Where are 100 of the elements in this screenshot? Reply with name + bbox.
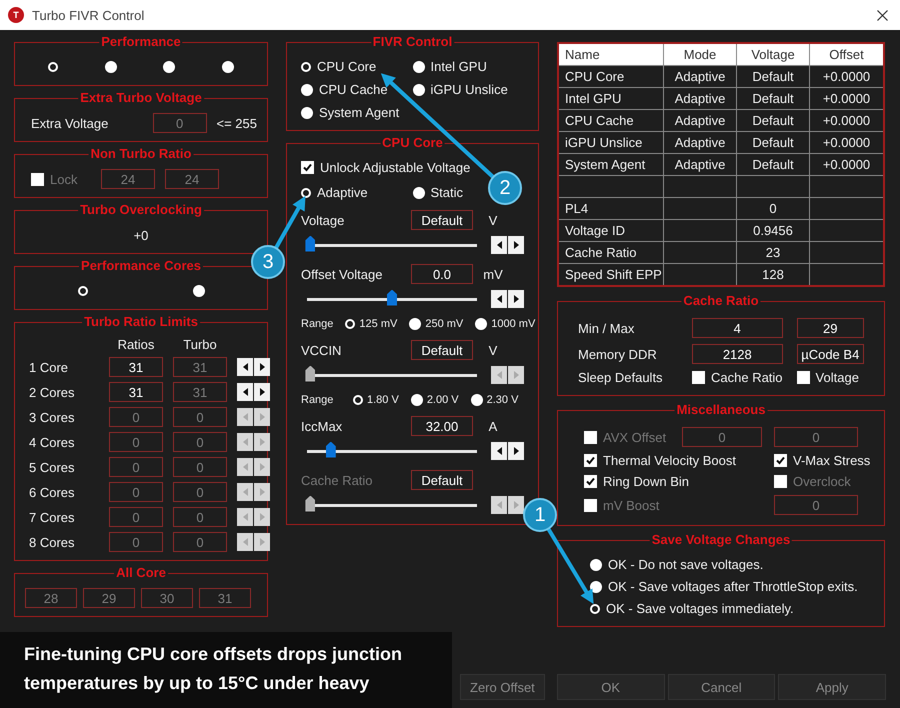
radio-button[interactable] — [412, 60, 424, 72]
table-cell: Speed Shift EPP — [559, 264, 663, 285]
radio-button[interactable] — [48, 62, 58, 72]
slider-thumb[interactable] — [326, 442, 336, 458]
range-label: Range — [301, 394, 334, 406]
right-triangle-icon — [260, 413, 264, 421]
radio-button[interactable] — [590, 604, 600, 614]
radio-button[interactable] — [410, 394, 423, 406]
radio-button[interactable] — [301, 188, 311, 198]
value-field[interactable]: 31 — [109, 382, 163, 402]
value-field[interactable]: 32.00 — [411, 416, 473, 436]
value-field[interactable]: 24 — [165, 169, 219, 189]
row-label: Memory DDR — [578, 346, 658, 362]
checkbox-label: Unlock Adjustable Voltage — [320, 160, 470, 175]
checkbox-label: V-Max Stress — [793, 453, 870, 468]
right-triangle-icon — [514, 241, 518, 249]
value-field[interactable]: 4 — [692, 318, 783, 338]
value-field[interactable]: 0 — [109, 507, 163, 527]
value-field[interactable]: 30 — [141, 588, 193, 608]
value-field[interactable]: 0 — [173, 507, 227, 527]
slider-thumb[interactable] — [305, 236, 316, 252]
dialog-button[interactable]: OK — [556, 674, 665, 700]
value-field[interactable]: 2128 — [692, 344, 783, 364]
step-right-button[interactable] — [254, 358, 270, 376]
value-field[interactable]: µCode B4 — [796, 344, 864, 364]
step-left-button[interactable] — [237, 383, 253, 401]
value-field[interactable]: 31 — [109, 357, 163, 377]
value-field[interactable]: 0.0 — [411, 264, 473, 284]
value-field[interactable]: 0 — [173, 457, 227, 477]
radio-button[interactable] — [470, 394, 483, 406]
value-field[interactable]: 31 — [173, 382, 227, 402]
checkbox[interactable] — [584, 454, 597, 467]
checkbox[interactable] — [584, 475, 597, 488]
step-left-button[interactable] — [491, 442, 507, 460]
value-field[interactable]: 31 — [199, 588, 251, 608]
group-title: Save Voltage Changes — [650, 532, 792, 547]
checkbox[interactable] — [774, 454, 787, 467]
step-right-button[interactable] — [508, 290, 524, 308]
value-field[interactable]: 0 — [109, 432, 163, 452]
checkbox-label: Voltage — [816, 370, 859, 385]
radio-button[interactable] — [412, 186, 424, 198]
field-label: Extra Voltage — [31, 116, 110, 130]
checkbox[interactable] — [301, 161, 314, 174]
checkbox[interactable] — [692, 371, 705, 384]
row-label: 7 Cores — [29, 510, 76, 524]
radio-button[interactable] — [301, 84, 313, 96]
value-field[interactable]: 0 — [173, 532, 227, 552]
value-field[interactable]: 0 — [173, 407, 227, 427]
radio-button[interactable] — [222, 61, 234, 73]
row-label: 1 Core — [29, 360, 70, 374]
dialog-button[interactable]: Apply — [778, 674, 886, 700]
value-field[interactable]: Default — [411, 210, 473, 230]
value-field[interactable]: 0 — [109, 407, 163, 427]
value-field[interactable]: 0 — [109, 457, 163, 477]
step-right-button[interactable] — [508, 236, 524, 254]
step-left-button[interactable] — [491, 290, 507, 308]
radio-button[interactable] — [104, 61, 117, 73]
radio-label: Intel GPU — [430, 59, 487, 74]
radio-button[interactable] — [475, 318, 488, 330]
group-title: CPU Core — [380, 135, 445, 150]
radio-button[interactable] — [78, 286, 88, 296]
step-right-button[interactable] — [508, 442, 524, 460]
value-field[interactable]: 31 — [173, 357, 227, 377]
dialog-button[interactable]: Cancel — [668, 674, 776, 700]
left-triangle-icon — [242, 513, 248, 521]
value-field[interactable]: 0 — [152, 113, 206, 133]
radio-button[interactable] — [353, 395, 363, 405]
radio-button[interactable] — [412, 84, 424, 96]
value-field[interactable]: 28 — [25, 588, 77, 608]
value-field[interactable]: 24 — [101, 169, 155, 189]
value-field[interactable]: 0 — [173, 432, 227, 452]
row-label: 2 Cores — [29, 384, 76, 400]
group-title: Cache Ratio — [681, 293, 761, 308]
radio-button[interactable] — [590, 558, 602, 570]
value-field[interactable]: 0 — [109, 532, 163, 552]
unit-label: V — [488, 342, 498, 358]
radio-label: System Agent — [319, 105, 400, 120]
step-left-button[interactable] — [491, 236, 507, 254]
value-field[interactable]: 0 — [109, 482, 163, 502]
radio-button[interactable] — [590, 580, 602, 592]
radio-button[interactable] — [301, 62, 311, 72]
value-field[interactable]: 29 — [83, 588, 135, 608]
checkbox-label: Overclock — [793, 474, 851, 489]
value-field[interactable]: 29 — [796, 318, 864, 338]
radio-button[interactable] — [409, 318, 422, 330]
value-field[interactable]: Default — [411, 340, 473, 360]
slider-thumb[interactable] — [387, 290, 397, 306]
dialog-button[interactable]: Zero Offset — [460, 674, 545, 700]
value-field[interactable]: 0 — [173, 482, 227, 502]
step-right-button[interactable] — [254, 383, 270, 401]
radio-button[interactable] — [192, 285, 204, 297]
checkbox[interactable] — [796, 371, 810, 384]
radio-button[interactable] — [301, 106, 313, 118]
table-cell: Adaptive — [664, 132, 736, 153]
checkbox-label: Thermal Velocity Boost — [603, 453, 736, 468]
right-triangle-icon — [260, 438, 264, 446]
step-left-button[interactable] — [237, 358, 253, 376]
radio-button[interactable] — [163, 61, 176, 73]
checkbox-label: mV Boost — [603, 498, 660, 512]
radio-button[interactable] — [345, 319, 356, 329]
